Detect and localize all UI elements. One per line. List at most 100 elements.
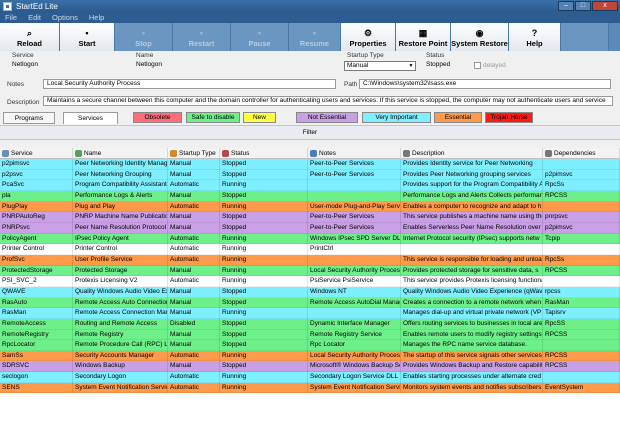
table-row[interactable]: QWAVE Quality Windows Audio Video Ex Manua… <box>0 286 620 298</box>
table-row[interactable]: Printer Control Printer Control Automatic R… <box>0 244 620 255</box>
path-field[interactable]: C:\Windows\system32\lsass.exe <box>359 79 611 89</box>
app-icon <box>3 1 12 11</box>
minimize-button[interactable]: – <box>558 1 574 11</box>
column-header-name[interactable]: Name <box>73 148 168 159</box>
description-field[interactable]: Maintains a secure channel between this … <box>43 96 613 106</box>
category-legend-bar: Programs Services Obsolete Safe to disabl… <box>0 111 620 125</box>
table-row[interactable]: p2pimsvc Peer Networking Identity Manager… <box>0 159 620 170</box>
cell-description: Provides protected storage for sensitive… <box>401 265 543 277</box>
restart-icon: • <box>199 28 204 38</box>
toolbar-button-label: Properties <box>349 39 387 48</box>
cell-dependencies: RPCSS <box>543 329 620 341</box>
column-header-description[interactable]: Description <box>401 148 543 159</box>
start-button[interactable]: • Start <box>60 23 115 51</box>
info-icon <box>75 150 82 157</box>
table-row[interactable]: RemoteRegistry Remote Registry Manual Stopp… <box>0 329 620 341</box>
cell-service: PlugPlay <box>0 201 73 213</box>
column-header-dependencies[interactable]: Dependencies <box>543 148 620 159</box>
table-row[interactable]: RasMan Remote Access Connection Mana Manua… <box>0 308 620 319</box>
maximize-button[interactable]: □ <box>575 1 591 11</box>
tab-services[interactable]: Services <box>63 112 118 124</box>
table-row[interactable]: RasAuto Remote Access Auto Connection Manu… <box>0 297 620 309</box>
table-row[interactable]: RemoteAccess Routing and Remote Access Dis… <box>0 318 620 330</box>
restore-point-button[interactable]: ▦ Restore Point <box>396 23 451 51</box>
delayed-label: delayed <box>483 62 506 69</box>
table-row[interactable]: p2psvc Peer Networking Grouping Manual Stop… <box>0 169 620 181</box>
table-row[interactable]: pla Performance Logs & Alerts Manual Stoppe… <box>0 190 620 202</box>
cell-startup-type: Manual <box>168 159 220 170</box>
menu-options[interactable]: Options <box>52 13 78 22</box>
category-trojan-horse[interactable]: Trojan Horse <box>485 112 533 123</box>
toolbar-button-label: Pause <box>248 39 271 48</box>
filter-bar[interactable]: Filter <box>0 125 620 140</box>
cell-startup-type: Manual <box>168 190 220 202</box>
table-row[interactable]: PNRPsvc Peer Name Resolution Protocol Manu… <box>0 222 620 234</box>
system-restore-button[interactable]: ◉ System Restore <box>451 23 509 51</box>
table-row[interactable]: PcaSvc Program Compatibility Assistant Aut… <box>0 180 620 191</box>
restart-button[interactable]: • Restart <box>173 23 231 51</box>
cell-name: Peer Networking Identity Manager <box>73 159 168 170</box>
restore-point-icon: ▦ <box>418 28 428 38</box>
cell-service: RasAuto <box>0 297 73 309</box>
startup-type-select[interactable]: Manual ▼ <box>344 61 416 71</box>
column-header-label: Service <box>11 149 33 157</box>
category-obsolete[interactable]: Obsolete <box>133 112 182 123</box>
menu-edit[interactable]: Edit <box>28 13 41 22</box>
cell-name: Program Compatibility Assistant <box>73 180 168 191</box>
category-very-important[interactable]: Very Important <box>362 112 431 123</box>
cell-dependencies: rpcss <box>543 286 620 298</box>
notes-field[interactable]: Local Security Authority Process <box>43 79 336 89</box>
column-header-startup-type[interactable]: Startup Type <box>168 148 220 159</box>
close-button[interactable]: x <box>592 1 618 11</box>
table-row[interactable]: SENS System Event Notification Service Aut… <box>0 382 620 394</box>
cell-name: System Event Notification Service <box>73 382 168 394</box>
cell-status: Stopped <box>220 329 308 341</box>
table-header: Service Name Startup Type Status Notes Descri… <box>0 148 620 159</box>
cell-description: Internet Protocol security (IPsec) suppo… <box>401 233 543 245</box>
table-row[interactable]: seclogon Secondary Logon Automatic Running S… <box>0 372 620 383</box>
table-row[interactable]: SDRSVC Windows Backup Manual Stopped Microso… <box>0 361 620 373</box>
cell-dependencies: p2pimsvc <box>543 169 620 181</box>
table-row[interactable]: PolicyAgent IPsec Policy Agent Automatic Ru… <box>0 233 620 245</box>
system-restore-icon: ◉ <box>475 28 484 38</box>
table-row[interactable]: PSI_SVC_2 Protexis Licensing V2 Automatic R… <box>0 276 620 287</box>
cell-service: RemoteRegistry <box>0 329 73 341</box>
menu-file[interactable]: File <box>5 13 17 22</box>
resume-button[interactable]: • Resume <box>289 23 341 51</box>
column-header-status[interactable]: Status <box>220 148 308 159</box>
notes-icon <box>310 150 317 157</box>
column-header-notes[interactable]: Notes <box>308 148 401 159</box>
help-button[interactable]: ? Help <box>509 23 561 51</box>
services-table: Service Name Startup Type Status Notes Descri… <box>0 148 620 424</box>
table-row[interactable]: SamSs Security Accounts Manager Automatic R… <box>0 350 620 362</box>
reload-button[interactable]: ⌕ Reload <box>0 23 60 51</box>
menu-help[interactable]: Help <box>89 13 104 22</box>
stop-button[interactable]: • Stop <box>115 23 173 51</box>
table-row[interactable]: ProtectedStorage Protected Storage Manual R… <box>0 265 620 277</box>
table-row[interactable]: ProfSvc User Profile Service Automatic Runn… <box>0 254 620 266</box>
cell-dependencies: RPCSS <box>543 190 620 202</box>
table-row[interactable]: RpcLocator Remote Procedure Call (RPC) Lo… <box>0 340 620 351</box>
delayed-checkbox[interactable] <box>474 62 481 69</box>
description-label: Description <box>7 99 40 106</box>
properties-button[interactable]: ⚙ Properties <box>341 23 396 51</box>
cell-service: PNRPAutoReg <box>0 212 73 223</box>
category-essential[interactable]: Essential <box>434 112 482 123</box>
title-bar: StartEd Lite – □ x <box>0 0 620 12</box>
pause-button[interactable]: • Pause <box>231 23 289 51</box>
cell-startup-type: Automatic <box>168 233 220 245</box>
cell-notes: Remote Access AutoDial Manager <box>308 297 401 309</box>
column-header-service[interactable]: Service <box>0 148 73 159</box>
cell-description: Enables starting processes under alterna… <box>401 372 543 383</box>
category-safe-to-disable[interactable]: Safe to disable <box>186 112 240 123</box>
cell-description: This service provides Protexis licensing… <box>401 276 543 287</box>
cell-startup-type: Automatic <box>168 350 220 362</box>
category-not-essential[interactable]: Not Essential <box>296 112 358 123</box>
category-new[interactable]: New <box>243 112 276 123</box>
tab-programs[interactable]: Programs <box>3 112 55 124</box>
cell-name: Performance Logs & Alerts <box>73 190 168 202</box>
table-row[interactable]: PNRPAutoReg PNRP Machine Name Publication… <box>0 212 620 223</box>
table-row[interactable]: PlugPlay Plug and Play Automatic Running Use… <box>0 201 620 213</box>
cell-service: p2psvc <box>0 169 73 181</box>
cell-status: Stopped <box>220 222 308 234</box>
